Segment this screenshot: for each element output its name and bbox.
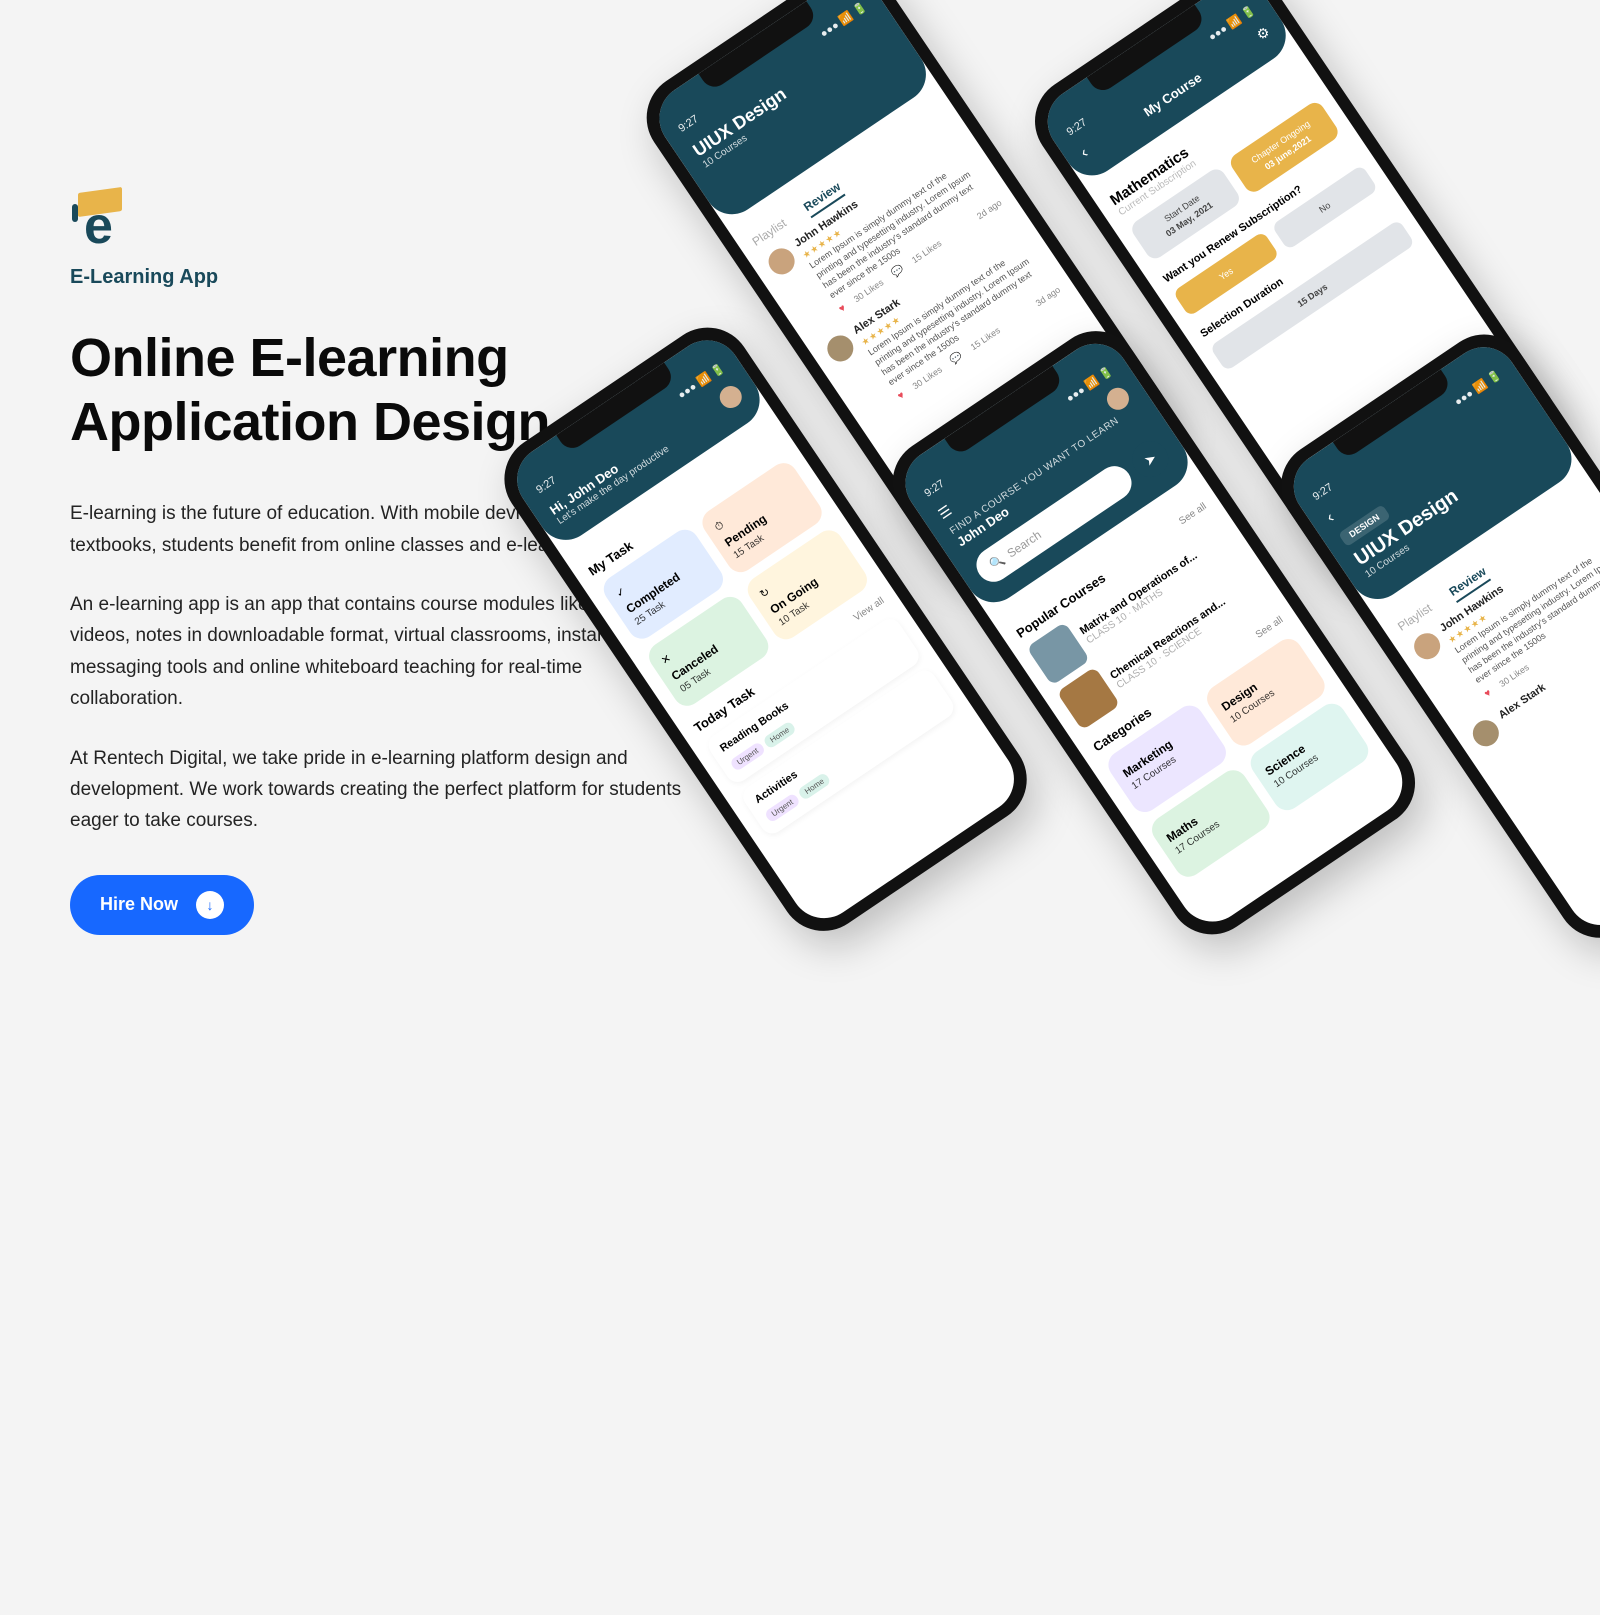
- heart-icon[interactable]: ♥: [895, 389, 907, 404]
- review-item: Alex Stark ★★★★★ Lorem Ipsum is simply d…: [822, 217, 1063, 422]
- phone-courses: 9:27 ●●● 📶 🔋 ☰ FIND A COURSE YOU WANT TO …: [876, 314, 1432, 951]
- course-sub: 10 Courses: [1363, 446, 1555, 580]
- avatar[interactable]: [715, 382, 746, 413]
- comment-icon[interactable]: 💬: [889, 262, 907, 280]
- duration-value[interactable]: 15 Days: [1209, 219, 1415, 371]
- tab-review[interactable]: Review: [801, 179, 846, 218]
- course-row[interactable]: Chemical Reactions and...CLASS 10 · SCIE…: [1057, 565, 1272, 731]
- mycourse-title: My Course: [1141, 70, 1204, 120]
- star-rating: ★★★★★: [859, 230, 1027, 349]
- course-thumb: [1057, 667, 1121, 731]
- status-time: 9:27: [1311, 481, 1336, 504]
- course-row[interactable]: Matrix and Operations of...CLASS 10 · MA…: [1026, 520, 1241, 686]
- logo-text: E-Learning App: [70, 266, 218, 289]
- tab-review[interactable]: Review: [1447, 564, 1492, 603]
- review-item: John Hawkins ★★★★★ Lorem Ipsum is simply…: [1409, 515, 1600, 720]
- popular-courses-title: Popular Courses: [1014, 570, 1109, 641]
- hire-now-label: Hire Now: [100, 894, 178, 915]
- back-icon[interactable]: ‹: [1324, 387, 1520, 527]
- renew-question: Want you Renew Subscription?: [1161, 148, 1357, 285]
- avatar[interactable]: [1103, 384, 1134, 415]
- duration-label: Selection Duration: [1198, 203, 1394, 340]
- status-time: 9:27: [922, 478, 947, 501]
- comment-icon[interactable]: 💬: [948, 349, 966, 367]
- task-row[interactable]: Reading Books UrgentHome: [704, 614, 923, 786]
- yes-button[interactable]: Yes: [1173, 231, 1280, 317]
- course-title: UIUX Design: [1350, 427, 1549, 571]
- star-rating: ★★★★★: [800, 143, 968, 262]
- review-item: Alex Stark: [1468, 602, 1600, 751]
- categories-title: Categories: [1090, 704, 1154, 754]
- avatar: [1409, 628, 1445, 664]
- user-name: John Deo: [954, 425, 1129, 550]
- design-badge: DESIGN: [1338, 504, 1390, 547]
- sub-label: Current Subscription: [1117, 82, 1312, 219]
- no-button[interactable]: No: [1271, 165, 1378, 251]
- search-icon: 🔍: [987, 552, 1007, 572]
- logo-icon: e: [70, 190, 148, 256]
- avatar: [822, 330, 858, 366]
- tab-playlist[interactable]: Playlist: [1395, 601, 1437, 638]
- hire-now-button[interactable]: Hire Now ↓: [70, 875, 254, 935]
- see-all-link[interactable]: See all: [1177, 501, 1211, 531]
- phone-mycourse: 9:27 ●●● 📶 🔋 ‹ My Course ⚙ Mathematics Cu…: [1018, 0, 1574, 590]
- status-icons: ●●● 📶 🔋: [818, 0, 870, 40]
- task-row[interactable]: Activities UrgentHome: [739, 666, 958, 838]
- status-icons: ●●● 📶 🔋: [1064, 364, 1116, 405]
- phone-review-bottom: 9:27 ●●● 📶 🔋 ‹ DESIGN UIUX Design 10 Cour…: [1264, 317, 1600, 954]
- course-sub: 10 Courses: [701, 36, 893, 170]
- download-icon: ↓: [196, 891, 224, 919]
- settings-icon[interactable]: ⚙: [1253, 23, 1273, 44]
- category-card[interactable]: Science10 Courses: [1245, 698, 1373, 815]
- category-card[interactable]: Design10 Courses: [1202, 634, 1330, 751]
- page-headline: Online E-learning Application Design: [70, 327, 700, 454]
- find-course-label: FIND A COURSE YOU WANT TO LEARN: [948, 415, 1121, 537]
- avatar: [1468, 715, 1504, 751]
- hamburger-icon[interactable]: ☰: [935, 396, 1111, 523]
- body-copy: E-learning is the future of education. W…: [70, 498, 700, 836]
- subject-title: Mathematics: [1107, 68, 1306, 210]
- search-input[interactable]: 🔍Search: [970, 460, 1138, 589]
- category-card[interactable]: Maths17 Courses: [1147, 765, 1275, 882]
- paragraph-2: An e-learning app is an app that contain…: [70, 589, 700, 714]
- category-card[interactable]: Marketing17 Courses: [1103, 700, 1231, 817]
- star-rating: ★★★★★: [1446, 527, 1600, 646]
- view-all-link[interactable]: View all: [852, 595, 889, 627]
- send-icon[interactable]: ➤: [1125, 434, 1175, 484]
- avatar: [764, 243, 800, 279]
- paragraph-3: At Rentech Digital, we take pride in e-l…: [70, 743, 700, 837]
- logo-block: e E-Learning App: [70, 190, 700, 289]
- course-thumb: [1026, 622, 1090, 686]
- ongoing-block: Chapter Ongoing03 june,2021: [1227, 99, 1341, 196]
- see-all-link[interactable]: See all: [1254, 615, 1288, 645]
- write-review-button[interactable]: Write a review: [939, 391, 1150, 551]
- heart-icon[interactable]: ♥: [1482, 686, 1494, 701]
- review-item: John Hawkins ★★★★★ Lorem Ipsum is simply…: [764, 130, 1005, 335]
- task-card-ongoing[interactable]: ↻On Going10 Task: [742, 525, 872, 645]
- paragraph-1: E-learning is the future of education. W…: [70, 498, 700, 561]
- back-icon[interactable]: ‹: [1077, 144, 1091, 162]
- heart-icon[interactable]: ♥: [836, 302, 848, 317]
- status-icons: ●●● 📶 🔋: [1206, 3, 1258, 44]
- status-time: 9:27: [1065, 116, 1090, 139]
- status-icons: ●●● 📶 🔋: [1452, 368, 1504, 409]
- tab-playlist[interactable]: Playlist: [750, 216, 792, 253]
- start-date-block: Start Date03 May, 2021: [1128, 166, 1242, 263]
